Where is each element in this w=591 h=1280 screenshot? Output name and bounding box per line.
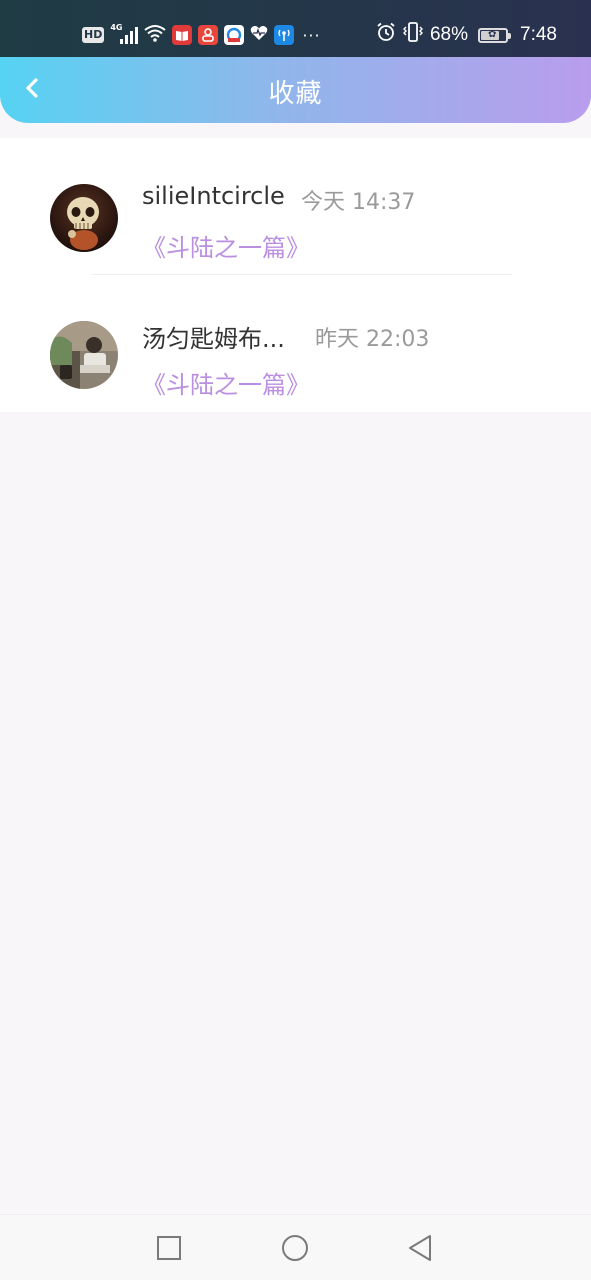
battery-icon: ✿ — [478, 27, 512, 43]
work-title-link[interactable]: 《斗陆之一篇》 — [142, 228, 310, 263]
favorite-time: 今天 14:37 — [301, 190, 416, 215]
page-title: 收藏 — [268, 79, 323, 109]
user-name: silieIntcircle — [142, 182, 285, 210]
hotspot-app-icon — [274, 25, 295, 45]
back-nav-button[interactable] — [405, 1233, 435, 1263]
triangle-back-icon — [409, 1235, 431, 1261]
home-button[interactable] — [280, 1233, 310, 1263]
work-title-link[interactable]: 《斗陆之一篇》 — [142, 365, 310, 400]
favorite-item[interactable]: silieIntcircle 今天 14:37 《斗陆之一篇》 — [0, 138, 591, 275]
hd-icon: HD — [82, 27, 105, 43]
phone-screen: HD 4G ··· 68% ✿ 7:48 收藏 silieIntcircle 今… — [0, 0, 591, 1280]
circle-icon — [282, 1235, 308, 1261]
signal-icon: 4G — [110, 23, 139, 44]
more-notifications-icon: ··· — [302, 25, 321, 45]
clock: 7:48 — [520, 24, 557, 45]
vibrate-icon — [402, 22, 424, 48]
recent-apps-button[interactable] — [154, 1233, 184, 1263]
square-icon — [157, 1236, 181, 1260]
health-heart-icon — [250, 25, 268, 45]
user-name: 汤匀匙姆布... — [142, 325, 285, 353]
favorite-time: 昨天 22:03 — [315, 327, 430, 352]
people-app-icon — [198, 25, 219, 45]
alarm-icon — [376, 22, 396, 48]
avatar[interactable] — [50, 321, 118, 389]
page-header: 收藏 — [0, 57, 591, 123]
avatar[interactable] — [50, 184, 118, 252]
browser-app-icon — [224, 25, 245, 45]
wifi-icon — [144, 24, 166, 46]
system-nav-bar — [0, 1214, 591, 1280]
favorites-list: silieIntcircle 今天 14:37 《斗陆之一篇》 汤匀匙姆布... — [0, 138, 591, 412]
status-right-icons: 68% ✿ 7:48 — [376, 22, 557, 48]
favorite-item[interactable]: 汤匀匙姆布... 昨天 22:03 《斗陆之一篇》 — [0, 275, 591, 412]
book-app-icon — [172, 25, 193, 45]
status-left-icons: HD 4G ··· — [82, 22, 321, 48]
battery-percent: 68% — [429, 24, 469, 45]
